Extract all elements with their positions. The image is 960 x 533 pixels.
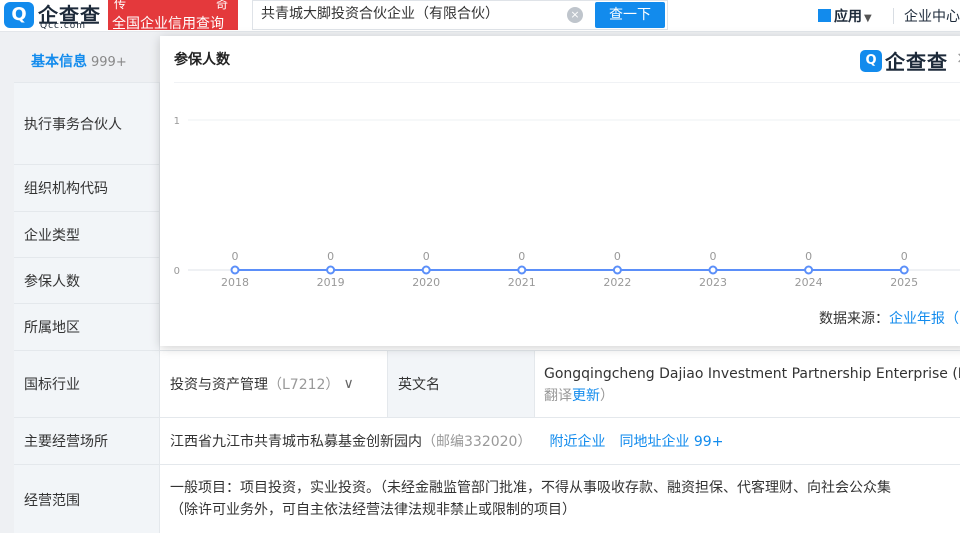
modal-divider (174, 82, 960, 83)
tab-basic-info-count: 999+ (91, 55, 127, 70)
data-label: 0 (232, 250, 239, 263)
logo-domain: Qcc.com (40, 21, 87, 31)
modal-logo-text: 企查查 (885, 50, 948, 74)
industry-code: （L7212） (268, 377, 340, 393)
modal-title: 参保人数 (174, 52, 230, 68)
address-postcode: （邮编332020） (422, 434, 532, 450)
x-tick-label: 2023 (699, 276, 727, 286)
update-link[interactable]: 更新 (572, 388, 600, 404)
data-point (421, 265, 431, 275)
y-tick-label: 0 (174, 266, 180, 277)
clear-icon[interactable]: × (567, 7, 583, 23)
table-row: 主要经营场所 江西省九江市共青城市私募基金创新园内 （邮编332020） 附近企业… (14, 418, 960, 465)
caret-down-icon: ▼ (864, 13, 872, 24)
business-scope-line-2: （除许可业务外，可自主依法经营法律法规非禁止或限制的项目） (170, 502, 576, 518)
row-label-address: 主要经营场所 (14, 418, 160, 464)
modal-logo-icon: Q (860, 49, 882, 72)
search-input[interactable] (261, 5, 561, 21)
row-label-scope: 经营范围 (14, 465, 160, 533)
tab-basic-info[interactable]: 基本信息 999+ (14, 44, 160, 80)
data-label: 0 (901, 250, 908, 263)
row-label-org-code: 组织机构代码 (14, 165, 160, 211)
top-header: Q 企查查 Qcc.com 传 奇 全国企业信用查询 × 查一下 应用▼ 企业中… (0, 0, 960, 32)
data-source-paren: （ (945, 311, 959, 327)
data-source: 数据来源：企业年报（ (819, 308, 959, 328)
table-row: 经营范围 一般项目：项目投资，实业投资。（未经金融监管部门批准，不得从事吸收存款… (14, 465, 960, 533)
data-source-link[interactable]: 企业年报 (889, 311, 945, 327)
app-menu[interactable]: 应用 ▼ (818, 6, 872, 26)
qcc-logo[interactable]: Q 企查查 Qcc.com (4, 2, 104, 31)
search-bar: × 查一下 (252, 0, 668, 30)
data-point (708, 265, 718, 275)
row-label-industry: 国标行业 (14, 351, 160, 417)
row-label-partner: 执行事务合伙人 (14, 83, 160, 164)
english-name-text: Gongqingcheng Dajiao Investment Partners… (544, 366, 960, 382)
insured-count-modal: 参保人数 Q企查查 × 0 1 2018 2019 2020 2021 2022 2023 20… (160, 36, 960, 346)
x-tick-label: 2022 (603, 276, 631, 286)
data-label: 0 (423, 250, 430, 263)
grid-icon (818, 9, 831, 22)
slogan-text: 全国企业信用查询 (112, 16, 224, 30)
data-point (612, 265, 622, 275)
insured-count-chart: 0 1 2018 2019 2020 2021 2022 2023 2024 2025 0 0 0 0 0 0… (174, 116, 960, 286)
data-point (326, 265, 336, 275)
logo-icon: Q (4, 2, 34, 28)
x-tick-label: 2020 (412, 276, 440, 286)
data-label: 0 (710, 250, 717, 263)
table-row: 国标行业 投资与资产管理 （L7212） ∨ 英文名 Gongqingcheng D… (14, 351, 960, 418)
industry-name: 投资与资产管理 (170, 377, 268, 393)
slogan-banner: 传 奇 全国企业信用查询 (108, 0, 238, 30)
tab-basic-info-label: 基本信息 (31, 54, 87, 70)
english-name-close-paren: ） (600, 388, 614, 404)
slogan-top-left: 传 (114, 0, 127, 11)
industry-value[interactable]: 投资与资产管理 （L7212） ∨ (170, 351, 390, 417)
app-menu-label: 应用 (834, 9, 862, 25)
data-point (517, 265, 527, 275)
english-name-value: Gongqingcheng Dajiao Investment Partners… (544, 363, 960, 407)
modal-logo: Q 企查查 (860, 46, 948, 75)
chevron-down-icon: ∨ (343, 376, 354, 392)
data-point (899, 265, 909, 275)
x-tick-label: 2024 (795, 276, 823, 286)
same-address-companies-link[interactable]: 同地址企业 99+ (619, 431, 723, 451)
row-label-type: 企业类型 (14, 212, 160, 257)
data-point (804, 265, 814, 275)
x-tick-label: 2021 (508, 276, 536, 286)
close-icon[interactable]: × (956, 48, 960, 67)
address-value: 江西省九江市共青城市私募基金创新园内 （邮编332020） 附近企业 同地址企业 … (170, 418, 960, 464)
data-label: 0 (805, 250, 812, 263)
x-tick-label: 2019 (317, 276, 345, 286)
data-label: 0 (614, 250, 621, 263)
header-divider (893, 8, 894, 24)
y-tick-label: 1 (174, 116, 180, 127)
row-label-insured: 参保人数 (14, 258, 160, 303)
nearby-companies-link[interactable]: 附近企业 (549, 431, 605, 451)
x-tick-label: 2018 (221, 276, 249, 286)
business-scope-line-1: 一般项目：项目投资，实业投资。（未经金融监管部门批准，不得从事吸收存款、融资担保… (170, 480, 891, 496)
enterprise-center-link[interactable]: 企业中心 (904, 6, 960, 26)
row-label-region: 所属地区 (14, 304, 160, 350)
data-label: 0 (518, 250, 525, 263)
address-text: 江西省九江市共青城市私募基金创新园内 (170, 434, 422, 450)
data-source-label: 数据来源： (819, 311, 889, 327)
search-button[interactable]: 查一下 (595, 2, 665, 28)
data-point (230, 265, 240, 275)
row-label-english-name: 英文名 (387, 351, 535, 417)
x-tick-label: 2025 (890, 276, 918, 286)
translate-label: 翻译 (544, 388, 572, 404)
slogan-top-right: 奇 (215, 0, 228, 11)
business-scope-value: 一般项目：项目投资，实业投资。（未经金融监管部门批准，不得从事吸收存款、融资担保… (170, 477, 960, 521)
data-label: 0 (327, 250, 334, 263)
